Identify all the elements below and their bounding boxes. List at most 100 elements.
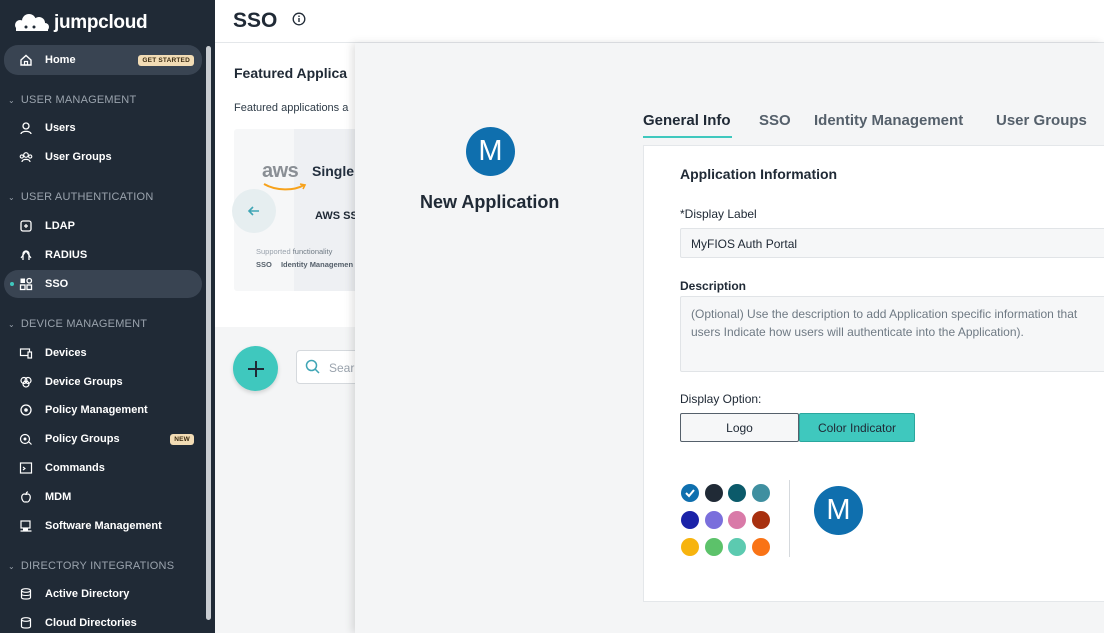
policy-icon bbox=[18, 402, 34, 418]
supported-prefix: Supported bbox=[256, 247, 291, 256]
feature-sso: SSO bbox=[256, 260, 272, 269]
chevron-down-icon: ⌄ bbox=[8, 192, 15, 202]
info-icon[interactable] bbox=[292, 12, 306, 26]
display-label-value: MyFIOS Auth Portal bbox=[691, 237, 798, 251]
user-icon bbox=[18, 120, 34, 136]
cloud-directories-icon bbox=[18, 615, 34, 631]
sidebar-item-label: Devices bbox=[45, 347, 87, 359]
section-label: DIRECTORY INTEGRATIONS bbox=[20, 560, 175, 572]
ldap-icon bbox=[18, 218, 34, 234]
sidebar-item-label: LDAP bbox=[45, 220, 75, 232]
app-avatar: M bbox=[466, 127, 515, 176]
color-swatch[interactable] bbox=[704, 484, 723, 502]
sidebar-item-label: Commands bbox=[45, 462, 105, 474]
get-started-badge[interactable]: GET STARTED bbox=[138, 54, 194, 66]
feature-list: SSO Identity Managemen bbox=[256, 260, 360, 269]
display-label-field[interactable]: MyFIOS Auth Portal bbox=[680, 228, 1104, 258]
color-swatch[interactable] bbox=[751, 538, 770, 556]
supported-suffix: functionality bbox=[292, 247, 333, 256]
sidebar-item-sso[interactable]: SSO bbox=[4, 270, 202, 298]
section-label: USER MANAGEMENT bbox=[20, 94, 137, 106]
sidebar-item-mdm[interactable]: MDM bbox=[4, 483, 202, 511]
sidebar-item-cloud-directories[interactable]: Cloud Directories bbox=[4, 609, 202, 633]
color-swatch[interactable] bbox=[751, 484, 770, 502]
section-directory-integrations[interactable]: ⌄ DIRECTORY INTEGRATIONS bbox=[8, 560, 174, 572]
devices-icon bbox=[18, 345, 34, 361]
color-swatch[interactable] bbox=[681, 511, 699, 529]
description-label: Description bbox=[680, 279, 747, 293]
sidebar-item-label: Home bbox=[45, 54, 76, 66]
chevron-down-icon: ⌄ bbox=[8, 561, 15, 571]
sidebar-item-label: Active Directory bbox=[45, 588, 130, 600]
section-user-management[interactable]: ⌄ USER MANAGEMENT bbox=[8, 94, 136, 106]
carousel-prev-button[interactable] bbox=[232, 189, 276, 233]
tab-identity-management[interactable]: Identity Management bbox=[814, 112, 963, 129]
page-title: SSO bbox=[233, 9, 278, 32]
tab-general-info[interactable]: General Info bbox=[643, 112, 731, 129]
featured-app-name: AWS SS bbox=[315, 210, 358, 222]
sidebar-item-label: RADIUS bbox=[45, 249, 88, 261]
sidebar-item-users[interactable]: Users bbox=[4, 114, 202, 142]
sidebar-item-radius[interactable]: RADIUS bbox=[4, 241, 202, 269]
sidebar-item-devices[interactable]: Devices bbox=[4, 339, 202, 367]
color-swatch[interactable] bbox=[728, 484, 746, 502]
sidebar-item-label: Users bbox=[45, 122, 76, 134]
page-header: SSO bbox=[215, 0, 1104, 43]
sidebar-item-label: Policy Groups bbox=[45, 433, 120, 445]
sidebar-item-ldap[interactable]: LDAP bbox=[4, 212, 202, 240]
display-option-logo-button[interactable]: Logo bbox=[680, 413, 799, 442]
section-user-authentication[interactable]: ⌄ USER AUTHENTICATION bbox=[8, 191, 153, 203]
chevron-down-icon: ⌄ bbox=[8, 319, 15, 329]
sidebar-item-label: Policy Management bbox=[45, 404, 148, 416]
supported-functionality: Supported functionality bbox=[256, 247, 332, 256]
sidebar-item-active-directory[interactable]: Active Directory bbox=[4, 580, 202, 608]
sidebar-item-label: SSO bbox=[45, 278, 69, 290]
sidebar-item-device-groups[interactable]: Device Groups bbox=[4, 368, 202, 396]
display-label-label: *Display Label bbox=[680, 207, 757, 221]
device-groups-icon bbox=[18, 374, 34, 390]
check-icon bbox=[685, 489, 695, 498]
color-swatch[interactable] bbox=[728, 538, 746, 556]
sidebar-item-label: Cloud Directories bbox=[45, 617, 137, 629]
description-placeholder: (Optional) Use the description to add Ap… bbox=[691, 307, 1078, 339]
sidebar-item-commands[interactable]: Commands bbox=[4, 454, 202, 482]
color-swatch[interactable] bbox=[704, 538, 723, 556]
section-label: USER AUTHENTICATION bbox=[20, 191, 154, 203]
policy-groups-icon bbox=[18, 431, 34, 447]
software-icon bbox=[18, 518, 34, 534]
tab-sso[interactable]: SSO bbox=[759, 112, 791, 129]
section-label: DEVICE MANAGEMENT bbox=[20, 318, 148, 330]
color-swatch[interactable] bbox=[728, 511, 746, 529]
add-application-button[interactable] bbox=[233, 346, 278, 391]
color-swatch[interactable] bbox=[681, 538, 699, 556]
aws-smile-icon bbox=[263, 183, 307, 191]
sidebar-item-software-management[interactable]: Software Management bbox=[4, 512, 202, 540]
featured-title: Featured Applica bbox=[234, 65, 348, 81]
section-device-management[interactable]: ⌄ DEVICE MANAGEMENT bbox=[8, 318, 147, 330]
arrow-left-icon bbox=[247, 206, 259, 216]
sidebar-item-user-groups[interactable]: User Groups bbox=[4, 143, 202, 171]
sidebar-scrollbar[interactable] bbox=[206, 46, 211, 620]
tab-user-groups[interactable]: User Groups bbox=[996, 112, 1087, 129]
apple-icon bbox=[18, 489, 34, 505]
color-swatch[interactable] bbox=[681, 484, 699, 502]
aws-logo-text: aws bbox=[262, 160, 299, 182]
new-badge: NEW bbox=[170, 433, 194, 445]
form-heading: Application Information bbox=[680, 166, 838, 182]
preview-avatar: M bbox=[814, 486, 863, 535]
sidebar-item-label: Software Management bbox=[45, 520, 162, 532]
radius-icon bbox=[18, 247, 34, 263]
home-icon bbox=[18, 52, 34, 68]
feature-identity-management: Identity Managemen bbox=[280, 260, 354, 269]
display-option-color-button[interactable]: Color Indicator bbox=[799, 413, 915, 442]
color-swatch[interactable] bbox=[704, 511, 723, 529]
jumpcloud-logo[interactable]: jumpcloud bbox=[12, 10, 148, 36]
color-swatch[interactable] bbox=[751, 511, 770, 529]
description-field[interactable]: (Optional) Use the description to add Ap… bbox=[680, 296, 1104, 372]
active-tab-indicator bbox=[643, 136, 732, 138]
sidebar-item-policy-groups[interactable]: Policy Groups NEW bbox=[4, 425, 202, 453]
sidebar-item-policy-management[interactable]: Policy Management bbox=[4, 396, 202, 424]
sidebar-item-home[interactable]: Home GET STARTED bbox=[4, 45, 202, 75]
option-color-label: Color Indicator bbox=[817, 420, 897, 435]
plus-icon bbox=[247, 360, 264, 377]
